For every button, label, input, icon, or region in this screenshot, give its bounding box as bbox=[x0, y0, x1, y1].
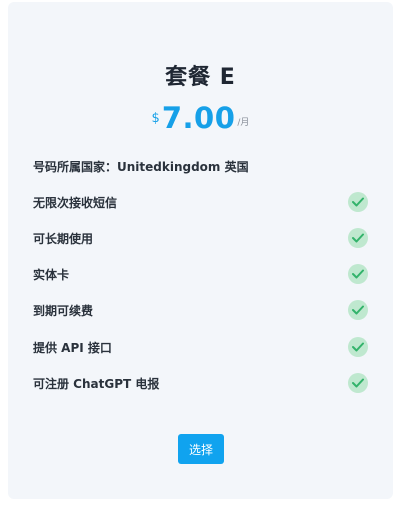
feature-item: 可长期使用 bbox=[33, 228, 368, 248]
feature-label: 可长期使用 bbox=[33, 232, 94, 246]
price-amount: 7.00 bbox=[161, 101, 236, 135]
feature-label: 可注册 ChatGPT 电报 bbox=[33, 377, 160, 391]
feature-label: 提供 API 接口 bbox=[33, 341, 112, 355]
check-icon bbox=[348, 373, 368, 393]
select-button[interactable]: 选择 bbox=[178, 434, 224, 464]
price-period: /月 bbox=[237, 118, 250, 128]
feature-label: 到期可续费 bbox=[33, 304, 94, 318]
plan-card: 套餐 E $7.00/月 号码所属国家：Unitedkingdom 英国 无限次… bbox=[8, 2, 393, 499]
currency-symbol: $ bbox=[151, 111, 160, 126]
feature-item: 可注册 ChatGPT 电报 bbox=[33, 373, 368, 393]
check-icon bbox=[348, 264, 368, 284]
check-icon bbox=[348, 337, 368, 357]
check-icon bbox=[348, 228, 368, 248]
feature-item: 实体卡 bbox=[33, 264, 368, 284]
country-line: 号码所属国家：Unitedkingdom 英国 bbox=[33, 160, 249, 174]
plan-title: 套餐 E bbox=[165, 65, 236, 90]
feature-item: 到期可续费 bbox=[33, 300, 368, 320]
check-icon bbox=[348, 192, 368, 212]
feature-label: 实体卡 bbox=[33, 268, 70, 282]
check-icon bbox=[348, 300, 368, 320]
price-display: $7.00/月 bbox=[8, 101, 393, 135]
feature-item: 无限次接收短信 bbox=[33, 192, 368, 212]
feature-item: 提供 API 接口 bbox=[33, 337, 368, 357]
feature-label: 无限次接收短信 bbox=[33, 196, 118, 210]
